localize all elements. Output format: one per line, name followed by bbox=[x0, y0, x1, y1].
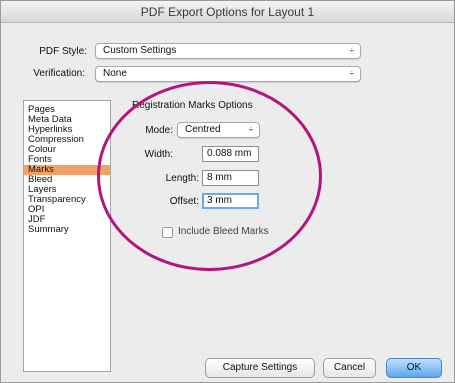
group-divider bbox=[283, 106, 285, 107]
sidebar-item-summary[interactable]: Summary bbox=[24, 225, 110, 235]
verification-label: Verification: bbox=[33, 68, 85, 79]
capture-settings-button[interactable]: Capture Settings bbox=[205, 358, 315, 378]
length-label: Length: bbox=[165, 173, 199, 184]
width-field[interactable]: 0.088 mm bbox=[202, 146, 259, 162]
pdf-style-popup[interactable]: Custom Settings ÷ bbox=[95, 43, 361, 59]
mode-popup[interactable]: Centred ÷ bbox=[177, 122, 260, 138]
cancel-button[interactable]: Cancel bbox=[323, 358, 376, 378]
width-label: Width: bbox=[144, 149, 173, 160]
popup-arrows-icon: ÷ bbox=[349, 46, 354, 55]
mode-label: Mode: bbox=[145, 125, 173, 136]
pdf-export-options-dialog: PDF Export Options for Layout 1 PDF Styl… bbox=[0, 0, 455, 383]
include-bleed-marks-label[interactable]: Include Bleed Marks bbox=[178, 226, 269, 237]
mode-value: Centred bbox=[185, 124, 221, 135]
verification-popup[interactable]: None ÷ bbox=[95, 66, 361, 82]
popup-arrows-icon: ÷ bbox=[248, 125, 253, 134]
ok-button[interactable]: OK bbox=[386, 358, 442, 378]
pdf-style-label: PDF Style: bbox=[39, 46, 87, 57]
include-bleed-marks-checkbox[interactable] bbox=[162, 227, 173, 238]
dialog-title: PDF Export Options for Layout 1 bbox=[1, 1, 454, 23]
popup-arrows-icon: ÷ bbox=[349, 69, 354, 78]
offset-field[interactable]: 3 mm bbox=[202, 193, 259, 209]
verification-value: None bbox=[103, 68, 127, 79]
length-field[interactable]: 8 mm bbox=[202, 170, 259, 186]
offset-label: Offset: bbox=[169, 196, 199, 207]
category-list[interactable]: Pages Meta Data Hyperlinks Compression C… bbox=[23, 100, 111, 372]
registration-marks-group-title: Registration Marks Options bbox=[132, 100, 253, 111]
pdf-style-value: Custom Settings bbox=[103, 45, 177, 56]
